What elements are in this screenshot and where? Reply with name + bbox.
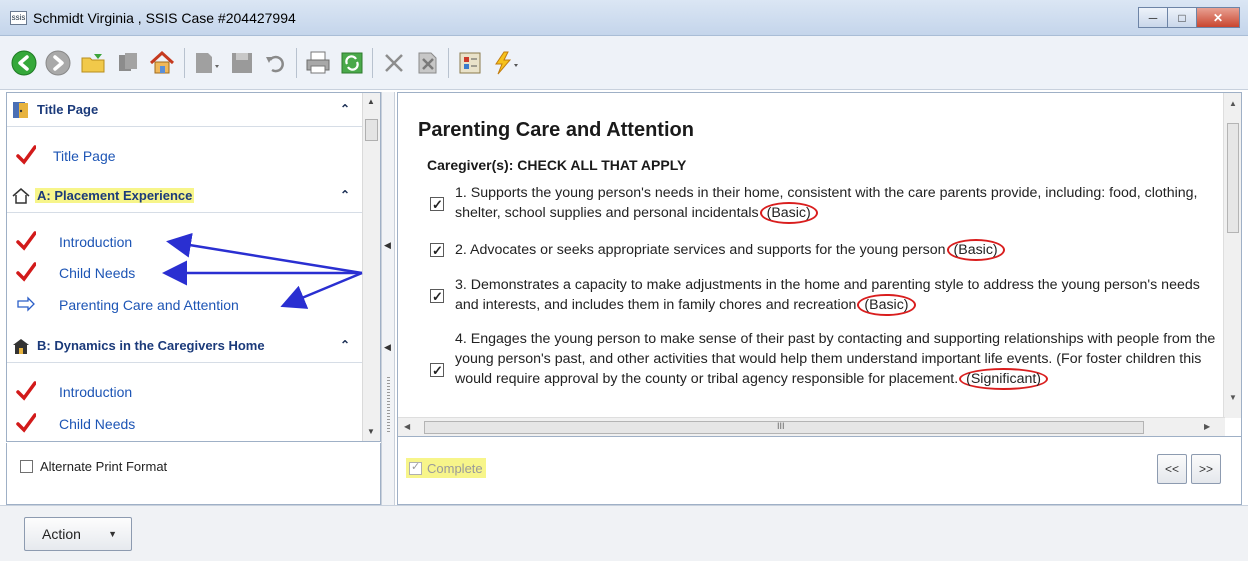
item-checkbox[interactable]: [430, 195, 444, 215]
back-icon[interactable]: [10, 49, 38, 77]
toolbar: [0, 36, 1248, 90]
content-pane: Parenting Care and Attention Caregiver(s…: [397, 92, 1242, 437]
title-bar: ssis Schmidt Virginia , SSIS Case #20442…: [0, 0, 1248, 36]
undo-icon[interactable]: [262, 49, 290, 77]
item-text: 3. Demonstrates a capacity to make adjus…: [455, 277, 1200, 313]
content-footer: Complete << >>: [397, 437, 1242, 505]
scroll-down-icon[interactable]: ▼: [1229, 393, 1237, 402]
window-title: Schmidt Virginia , SSIS Case #204427994: [33, 10, 296, 26]
minimize-button[interactable]: ─: [1138, 7, 1168, 28]
scroll-grip: III: [777, 421, 785, 431]
page-title: Parenting Care and Attention: [418, 119, 694, 141]
ssis-app-icon: ssis: [10, 11, 27, 25]
action-menu-button[interactable]: Action ▼: [24, 517, 132, 551]
scroll-thumb[interactable]: [1227, 123, 1239, 233]
complete-label: Complete: [427, 460, 483, 476]
splitter-grip[interactable]: [387, 377, 390, 432]
action-bar: Action ▼: [0, 505, 1248, 561]
chevron-down-icon: ▼: [108, 529, 117, 539]
bookmark-icon[interactable]: [114, 49, 142, 77]
scroll-thumb[interactable]: III: [424, 421, 1144, 434]
scroll-right-icon[interactable]: ▶: [1204, 422, 1210, 431]
item-tag: (Basic): [857, 294, 916, 316]
close-button[interactable]: ✕: [1196, 7, 1240, 28]
print-options: Alternate Print Format: [6, 443, 381, 505]
annotation-arrows: [162, 232, 363, 309]
print-icon[interactable]: [304, 49, 332, 77]
item-tag: (Basic): [759, 202, 818, 224]
delete-icon[interactable]: [380, 49, 408, 77]
item-text: 4. Engages the young person to make sens…: [455, 331, 1216, 387]
folder-open-icon[interactable]: [80, 49, 108, 77]
item-checkbox[interactable]: [430, 287, 444, 307]
save-icon[interactable]: [228, 49, 256, 77]
document-icon[interactable]: [192, 49, 220, 77]
forward-icon[interactable]: [44, 49, 72, 77]
pane-splitter[interactable]: ◀ ◀: [381, 92, 395, 505]
item-checkbox[interactable]: [430, 361, 444, 381]
collapse-left-icon[interactable]: ◀: [384, 342, 391, 353]
navigation-pane: Title Page ⌃ Title Page A: Placement Exp…: [6, 92, 381, 442]
content-vertical-scrollbar[interactable]: ▲ ▼: [1223, 93, 1241, 418]
item-text: 2. Advocates or seeks appropriate servic…: [455, 242, 946, 258]
checklist-item-1: 1. Supports the young person's needs in …: [427, 183, 1227, 224]
collapse-left-icon[interactable]: ◀: [384, 240, 391, 251]
scroll-left-icon[interactable]: ◀: [404, 422, 410, 431]
item-tag: (Significant): [959, 368, 1049, 390]
window-controls: ─ □ ✕: [1138, 7, 1240, 29]
previous-page-button[interactable]: <<: [1157, 454, 1187, 484]
content-horizontal-scrollbar[interactable]: ◀ III ▶: [398, 417, 1225, 436]
form-icon[interactable]: [456, 49, 484, 77]
item-tag: (Basic): [946, 239, 1005, 261]
cancel-icon[interactable]: [414, 49, 442, 77]
scroll-up-icon[interactable]: ▲: [1229, 99, 1237, 108]
next-page-button[interactable]: >>: [1191, 454, 1221, 484]
checklist-item-3: 3. Demonstrates a capacity to make adjus…: [427, 275, 1227, 316]
complete-checkbox[interactable]: Complete: [406, 458, 486, 478]
checklist-item-2: 2. Advocates or seeks appropriate servic…: [427, 239, 1227, 261]
complete-check-box[interactable]: [409, 460, 422, 475]
maximize-button[interactable]: □: [1167, 7, 1197, 28]
home-icon[interactable]: [148, 49, 176, 77]
instructions-heading: Caregiver(s): CHECK ALL THAT APPLY: [427, 157, 687, 173]
alternate-print-checkbox[interactable]: [20, 460, 33, 473]
item-checkbox[interactable]: [430, 241, 444, 261]
alternate-print-label: Alternate Print Format: [40, 459, 168, 474]
item-text: 1. Supports the young person's needs in …: [455, 185, 1198, 221]
refresh-icon[interactable]: [338, 49, 366, 77]
lightning-icon[interactable]: [490, 49, 518, 77]
checklist-item-4: 4. Engages the young person to make sens…: [427, 329, 1227, 390]
action-label: Action: [42, 526, 81, 542]
